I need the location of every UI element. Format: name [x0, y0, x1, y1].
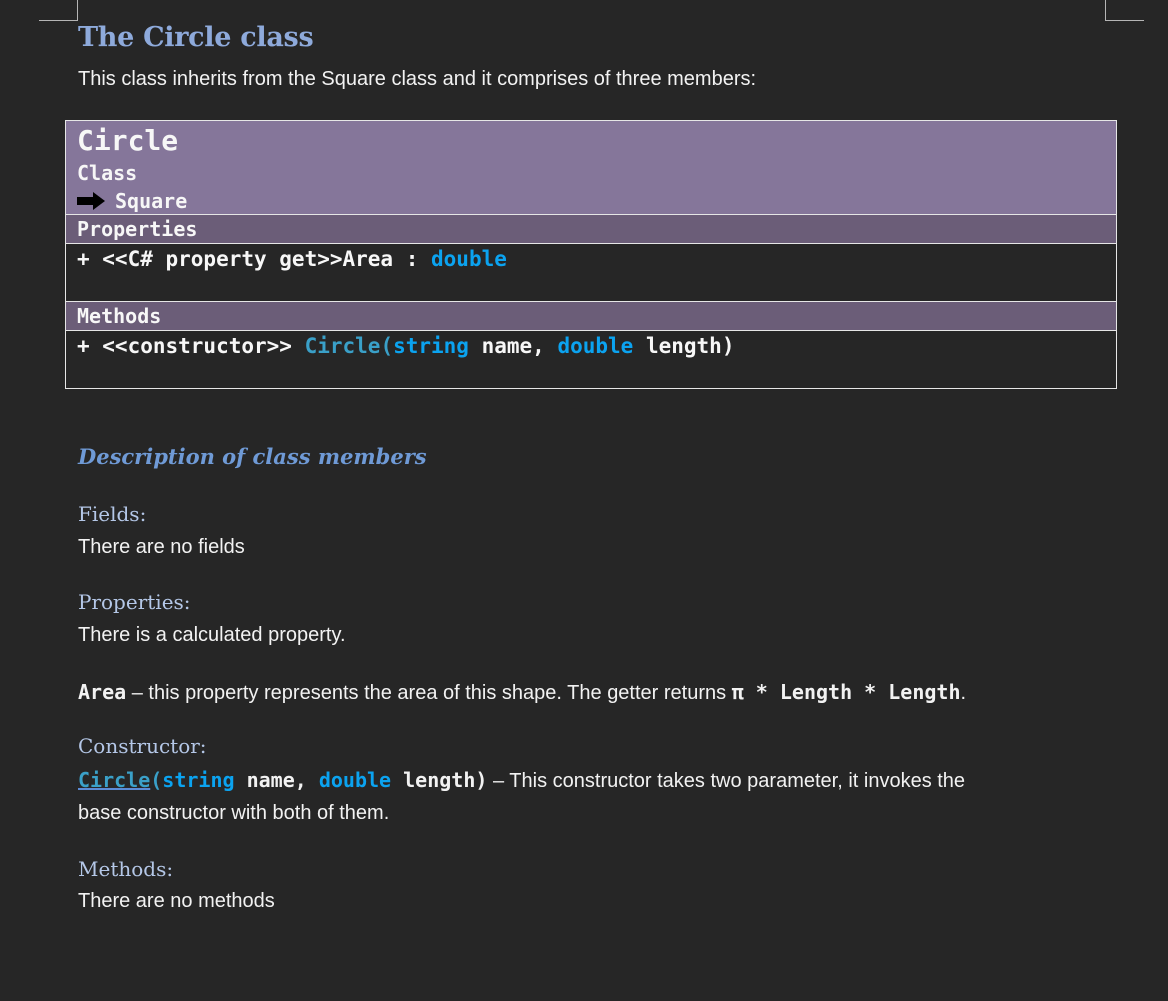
area-description: Area – this property represents the area… — [78, 680, 966, 705]
area-name: Area — [78, 680, 127, 704]
constructor-param-type-1: string — [162, 768, 235, 792]
constructor-param-name-2: length) — [391, 768, 488, 792]
uml-parent-name: Square — [115, 189, 188, 213]
constructor-paren: ( — [150, 768, 163, 792]
constructor-description: Circle(string name, double length) – Thi… — [78, 768, 965, 793]
uml-methods-header: Methods — [66, 302, 1116, 331]
param-type-1: string — [393, 334, 469, 358]
property-type: double — [431, 247, 507, 271]
description-heading: Description of class members — [78, 444, 427, 469]
properties-label: Properties: — [78, 590, 191, 614]
uml-method-row: + <<constructor>> Circle(string name, do… — [66, 331, 1116, 388]
method-name: Circle — [304, 334, 381, 358]
fields-text: There are no fields — [78, 536, 245, 558]
page-corner-mark-left — [39, 0, 78, 21]
uml-class-header: Circle Class Square — [66, 121, 1116, 215]
uml-class-name: Circle — [77, 124, 179, 157]
param-type-2: double — [557, 334, 634, 358]
constructor-label: Constructor: — [78, 734, 207, 758]
methods-label: Methods: — [78, 857, 174, 881]
fields-label: Fields: — [78, 502, 147, 526]
constructor-param-name-1: name, — [234, 768, 319, 792]
uml-properties-header: Properties — [66, 215, 1116, 244]
area-formula: π * Length * Length — [731, 680, 961, 704]
uml-class-diagram: Circle Class Square Properties + <<C# pr… — [65, 120, 1117, 389]
page-corner-mark-right — [1105, 0, 1144, 21]
param-name-2: length) — [633, 334, 735, 358]
uml-stereotype: Class — [77, 161, 138, 185]
page-title: The Circle class — [78, 22, 314, 53]
uml-parent-class: Square — [77, 187, 1105, 215]
constructor-text: – This constructor takes two parameter, … — [487, 770, 966, 792]
constructor-text-continued: base constructor with both of them. — [78, 802, 390, 824]
area-text: – this property represents the area of t… — [126, 682, 732, 704]
inheritance-arrow-icon — [77, 192, 105, 210]
method-stereotype: + <<constructor>> — [77, 334, 305, 358]
property-signature: + <<C# property get>>Area : — [77, 247, 432, 271]
properties-text: There is a calculated property. — [78, 624, 346, 646]
uml-property-row: + <<C# property get>>Area : double — [66, 244, 1116, 302]
methods-text: There are no methods — [78, 890, 275, 912]
param-name-1: name, — [468, 334, 558, 358]
intro-text: This class inherits from the Square clas… — [78, 68, 757, 90]
constructor-link[interactable]: Circle — [78, 768, 150, 792]
area-end: . — [960, 682, 967, 704]
constructor-param-type-2: double — [318, 768, 392, 792]
method-paren: ( — [380, 334, 394, 358]
